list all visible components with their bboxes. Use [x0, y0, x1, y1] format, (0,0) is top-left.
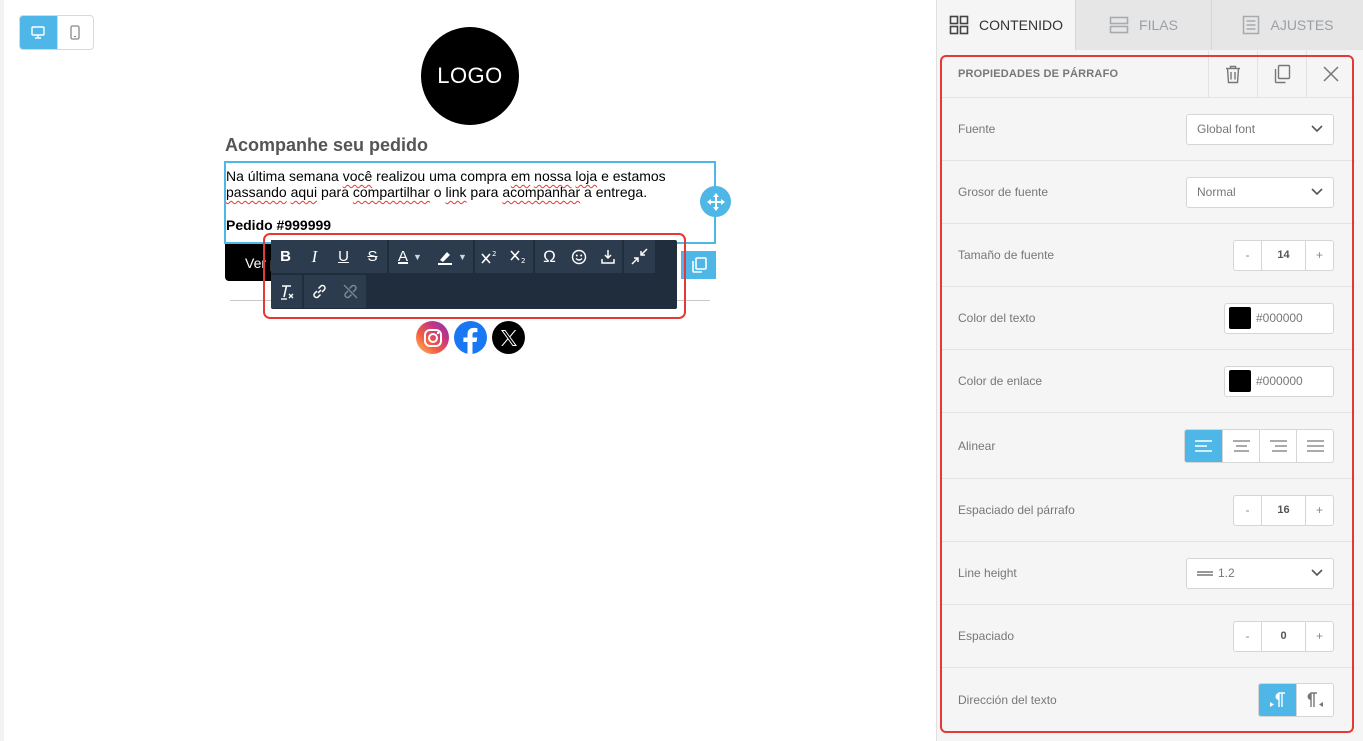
social-icons: [416, 321, 525, 354]
collapse-group: [624, 240, 655, 273]
tab-ajustes[interactable]: AJUSTES: [1211, 0, 1363, 50]
clear-format-group: [271, 275, 302, 308]
collapse-toolbar-button[interactable]: [624, 240, 655, 273]
emoji-icon: [571, 249, 586, 264]
paragraph-line-2: passando aqui para compartilhar o link p…: [226, 184, 648, 200]
svg-text:2: 2: [492, 250, 496, 258]
remove-link-button[interactable]: [335, 275, 366, 308]
desktop-view-button[interactable]: [20, 16, 57, 49]
mobile-view-button[interactable]: [56, 16, 94, 49]
copy-icon: [691, 257, 707, 273]
insert-group: Ω: [535, 240, 622, 273]
svg-text:2: 2: [521, 257, 525, 264]
move-handle[interactable]: [700, 186, 731, 217]
tab-contenido[interactable]: CONTENIDO: [937, 0, 1075, 50]
tab-filas[interactable]: FILAS: [1075, 0, 1211, 50]
bold-button[interactable]: B: [271, 240, 300, 273]
special-character-button[interactable]: Ω: [535, 240, 564, 273]
collapse-icon: [631, 248, 648, 265]
text-color-button[interactable]: A ▼: [389, 240, 431, 273]
instagram-icon[interactable]: [416, 321, 449, 354]
device-toggle: [19, 15, 94, 50]
text-color-icon: A: [398, 248, 409, 265]
chevron-down-icon: ▼: [413, 251, 422, 262]
tab-ajustes-label: AJUSTES: [1270, 17, 1334, 33]
text-format-toolbar: B I U S A ▼ ▼ 2 2 Ω: [271, 240, 677, 309]
properties-sidebar: CONTENIDO FILAS AJUSTES PROPIEDADES DE P…: [936, 0, 1363, 741]
move-icon: [706, 192, 725, 211]
merge-tag-button[interactable]: [593, 240, 622, 273]
superscript-icon: 2: [481, 250, 496, 264]
mobile-icon: [70, 25, 80, 40]
rows-icon: [1109, 16, 1129, 34]
italic-button[interactable]: I: [300, 240, 329, 273]
duplicate-block-button[interactable]: [681, 251, 716, 279]
settings-list-icon: [1243, 15, 1260, 35]
logo[interactable]: LOGO: [421, 27, 519, 125]
unlink-icon: [343, 284, 358, 299]
clear-format-icon: [280, 284, 293, 300]
link-group: [304, 275, 366, 308]
link-icon: [313, 284, 326, 299]
emoji-button[interactable]: [564, 240, 593, 273]
basic-format-group: B I U S: [271, 240, 387, 273]
underline-button[interactable]: U: [329, 240, 358, 273]
script-group: 2 2: [475, 240, 533, 273]
grid-icon: [949, 15, 969, 35]
tab-filas-label: FILAS: [1139, 17, 1178, 33]
logo-text: LOGO: [437, 63, 503, 88]
order-number: Pedido #999999: [226, 217, 332, 233]
tab-contenido-label: CONTENIDO: [979, 17, 1063, 33]
highlighter-icon: [438, 251, 453, 265]
insert-icon: [600, 249, 615, 264]
panel-highlight: [940, 55, 1354, 733]
subscript-button[interactable]: 2: [504, 240, 533, 273]
superscript-button[interactable]: 2: [475, 240, 504, 273]
paragraph-block[interactable]: Na última semana você realizou uma compr…: [224, 161, 716, 244]
highlight-color-button[interactable]: ▼: [431, 240, 473, 273]
email-heading[interactable]: Acompanhe seu pedido: [225, 135, 428, 156]
color-group: A ▼ ▼: [389, 240, 473, 273]
toolbar-row-2: [271, 275, 368, 309]
toolbar-row-1: B I U S A ▼ ▼ 2 2 Ω: [271, 240, 677, 274]
sidebar-tabs: CONTENIDO FILAS AJUSTES: [937, 0, 1363, 50]
insert-link-button[interactable]: [304, 275, 335, 308]
facebook-icon[interactable]: [454, 321, 487, 354]
x-icon[interactable]: [492, 321, 525, 354]
paragraph-line-1: Na última semana você realizou uma compr…: [226, 168, 666, 184]
chevron-down-icon: ▼: [458, 251, 467, 262]
desktop-icon: [31, 26, 45, 39]
strikethrough-button[interactable]: S: [358, 240, 387, 273]
clear-formatting-button[interactable]: [271, 275, 302, 308]
subscript-icon: 2: [510, 249, 525, 264]
